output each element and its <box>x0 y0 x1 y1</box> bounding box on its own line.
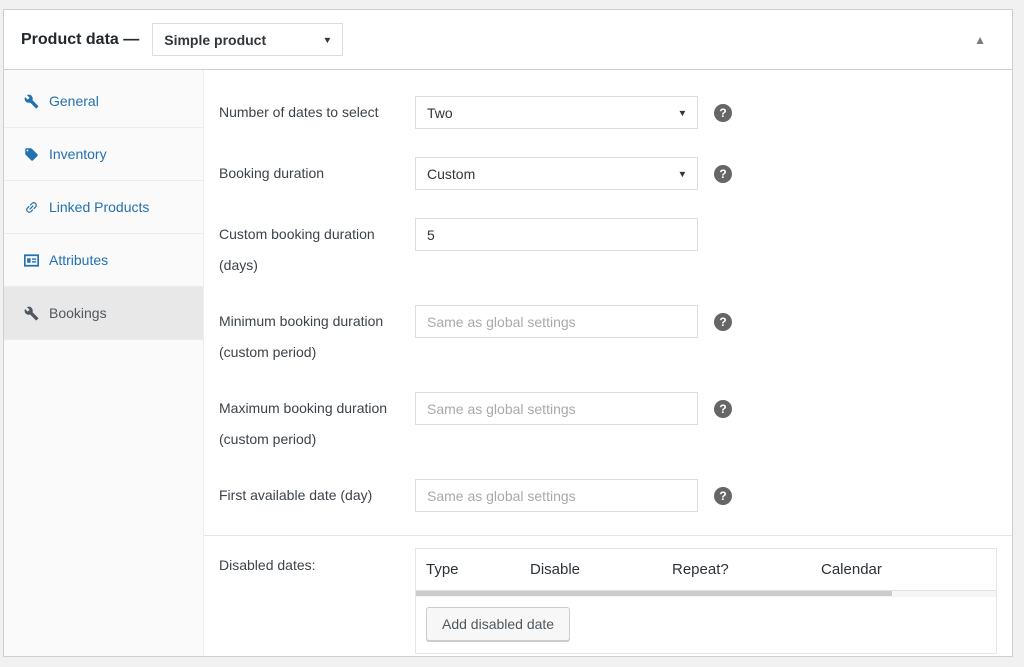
wrench-icon <box>24 306 39 321</box>
form-row-booking-duration: Booking duration Custom ▼ ? <box>219 157 1012 190</box>
scrollbar-thumb[interactable] <box>416 591 892 596</box>
help-icon[interactable]: ? <box>714 104 732 122</box>
form-row-custom-duration: Custom booking duration (days) <box>219 218 1012 275</box>
tab-label: Attributes <box>49 252 108 268</box>
form-row-max-duration: Maximum booking duration (custom period)… <box>219 392 1012 449</box>
panel-header: Product data — Simple product ▼ ▲ <box>4 10 1012 70</box>
product-type-select[interactable]: Simple product <box>152 23 343 56</box>
field-label: First available date (day) <box>219 479 415 505</box>
max-duration-input-wrap <box>415 392 698 425</box>
panel-body: General Inventory Linked Products <box>4 70 1012 656</box>
collapse-panel-button[interactable]: ▲ <box>974 33 986 47</box>
first-available-date-input-wrap <box>415 479 698 512</box>
field-label: Maximum booking duration (custom period) <box>219 392 415 449</box>
tab-label: Inventory <box>49 146 107 162</box>
panel-title: Product data — <box>21 31 139 49</box>
field-label: Minimum booking duration (custom period) <box>219 305 415 362</box>
add-disabled-date-button[interactable]: Add disabled date <box>426 607 570 641</box>
disabled-dates-table-header: Type Disable Repeat? Calendar <box>416 549 996 591</box>
horizontal-scrollbar <box>416 591 996 597</box>
form-row-number-of-dates: Number of dates to select Two ▼ ? <box>219 96 1012 129</box>
tab-general[interactable]: General <box>4 75 203 128</box>
tab-attributes[interactable]: Attributes <box>4 234 203 287</box>
link-icon <box>24 200 39 215</box>
list-card-icon <box>24 253 39 268</box>
disabled-dates-table: Type Disable Repeat? Calendar Add disabl… <box>415 548 997 654</box>
disabled-dates-table-body: Add disabled date <box>416 597 996 653</box>
help-icon[interactable]: ? <box>714 165 732 183</box>
field-label: Custom booking duration (days) <box>219 218 415 275</box>
wrench-icon <box>24 94 39 109</box>
max-duration-input[interactable] <box>415 392 698 425</box>
disabled-dates-section: Disabled dates: Type Disable Repeat? Cal… <box>204 536 1012 654</box>
help-icon[interactable]: ? <box>714 313 732 331</box>
disabled-dates-label: Disabled dates: <box>219 548 415 654</box>
number-of-dates-select-wrap: Two ▼ <box>415 96 698 129</box>
column-header-type: Type <box>416 549 520 590</box>
column-header-repeat: Repeat? <box>662 549 811 590</box>
sidebar: General Inventory Linked Products <box>4 70 204 656</box>
help-icon[interactable]: ? <box>714 400 732 418</box>
column-header-disable: Disable <box>520 549 662 590</box>
form-row-first-available-date: First available date (day) ? <box>219 479 1012 512</box>
product-data-panel: Product data — Simple product ▼ ▲ Genera… <box>3 9 1013 657</box>
number-of-dates-select[interactable]: Two <box>415 96 698 129</box>
first-available-date-input[interactable] <box>415 479 698 512</box>
tab-bookings[interactable]: Bookings <box>4 287 203 340</box>
tab-linked-products[interactable]: Linked Products <box>4 181 203 234</box>
field-label: Booking duration <box>219 157 415 183</box>
custom-duration-input-wrap <box>415 218 698 251</box>
column-header-calendar: Calendar <box>811 549 996 590</box>
min-duration-input[interactable] <box>415 305 698 338</box>
bookings-settings-panel: Number of dates to select Two ▼ ? Bookin… <box>204 70 1012 656</box>
field-label: Number of dates to select <box>219 96 415 122</box>
tab-label: General <box>49 93 99 109</box>
tab-inventory[interactable]: Inventory <box>4 128 203 181</box>
custom-duration-input[interactable] <box>415 218 698 251</box>
fields: Number of dates to select Two ▼ ? Bookin… <box>204 96 1012 512</box>
product-data-tabs: General Inventory Linked Products <box>4 70 203 340</box>
tag-icon <box>24 147 39 162</box>
tab-label: Linked Products <box>49 199 149 215</box>
min-duration-input-wrap <box>415 305 698 338</box>
booking-duration-select-wrap: Custom ▼ <box>415 157 698 190</box>
product-type-select-wrap: Simple product ▼ <box>152 23 343 56</box>
form-row-min-duration: Minimum booking duration (custom period)… <box>219 305 1012 362</box>
booking-duration-select[interactable]: Custom <box>415 157 698 190</box>
tab-label: Bookings <box>49 305 107 321</box>
help-icon[interactable]: ? <box>714 487 732 505</box>
